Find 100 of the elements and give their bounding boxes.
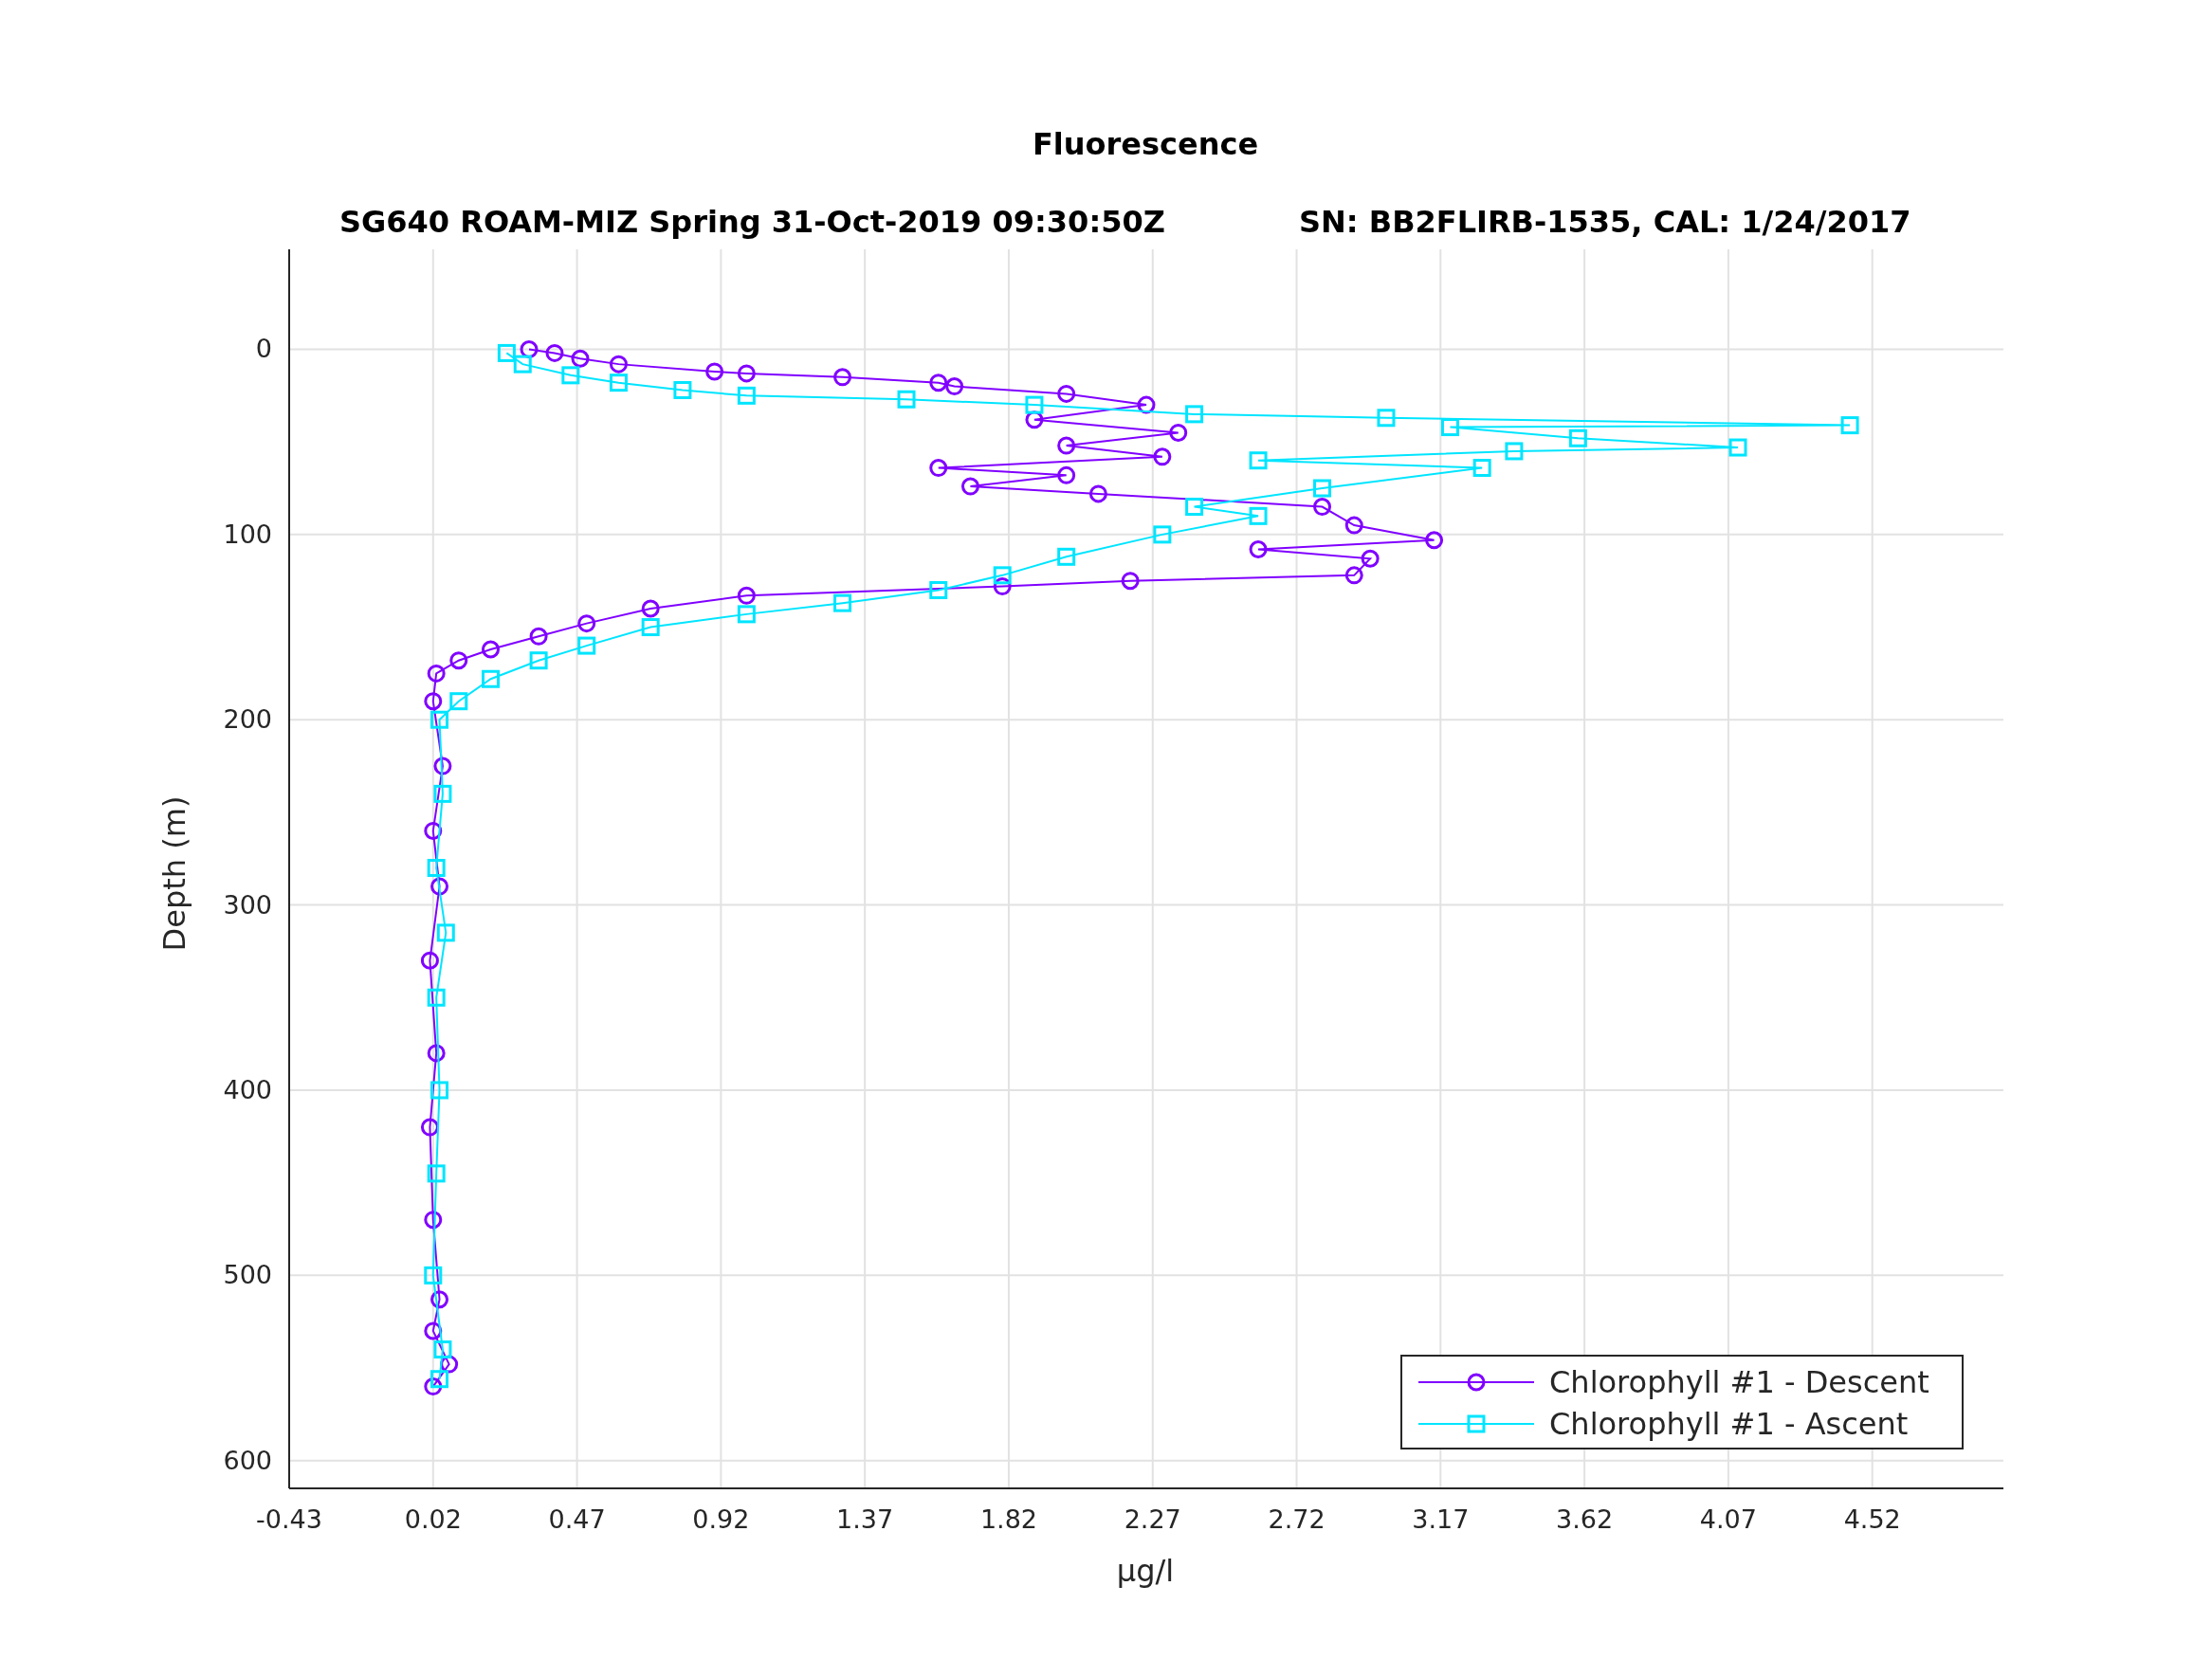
data-point (1472, 459, 1491, 478)
data-point (482, 640, 500, 659)
data-point (482, 669, 500, 688)
data-point (545, 343, 564, 362)
data-point (427, 859, 446, 877)
legend-label: Chlorophyll #1 - Ascent (1549, 1406, 1909, 1442)
data-point (929, 459, 948, 478)
data-point (436, 923, 455, 942)
x-tick-label: -0.43 (256, 1504, 322, 1534)
data-point (427, 1044, 446, 1063)
y-tick-label: 600 (223, 1445, 272, 1475)
data-point (641, 599, 660, 618)
data-point (424, 692, 443, 711)
data-point (945, 377, 964, 396)
y-tick-label: 0 (255, 334, 272, 364)
data-point (993, 577, 1012, 596)
data-point (430, 1290, 449, 1309)
x-tick-label: 2.72 (1268, 1504, 1325, 1534)
data-point (427, 664, 446, 683)
data-point (529, 651, 548, 670)
data-point (737, 364, 756, 383)
data-point (897, 390, 916, 409)
data-point (577, 636, 596, 655)
data-point (561, 366, 580, 385)
data-point (641, 618, 660, 637)
data-point (737, 605, 756, 624)
data-point (609, 374, 628, 392)
data-point (833, 368, 852, 387)
figure-title: Fluorescence (1032, 126, 1259, 162)
data-point (497, 343, 516, 362)
data-point (1505, 442, 1524, 461)
legend-label: Chlorophyll #1 - Descent (1549, 1364, 1929, 1400)
data-point (1249, 451, 1268, 470)
data-point (1249, 506, 1268, 525)
x-tick-label: 3.62 (1556, 1504, 1614, 1534)
data-point (1249, 540, 1268, 558)
x-axis-label: μg/l (1116, 1553, 1175, 1589)
data-point (520, 340, 539, 358)
data-point (424, 1266, 443, 1285)
data-point (1361, 549, 1380, 568)
y-tick-label: 300 (223, 889, 272, 920)
y-tick-label: 500 (223, 1260, 272, 1290)
data-point (737, 386, 756, 405)
data-point (1121, 572, 1140, 591)
data-point (1137, 395, 1156, 414)
data-point (833, 593, 852, 612)
data-point (1169, 423, 1188, 442)
data-point (513, 355, 532, 374)
data-point (427, 988, 446, 1007)
data-point (424, 1377, 443, 1396)
data-point (420, 951, 439, 970)
data-point (1425, 531, 1444, 550)
data-point (433, 757, 452, 775)
y-tick-label: 200 (223, 704, 272, 735)
data-point (529, 627, 548, 646)
data-point (961, 477, 979, 496)
data-point (929, 580, 948, 599)
data-point (1057, 465, 1076, 484)
data-point (1025, 410, 1044, 429)
x-tick-label: 0.47 (548, 1504, 606, 1534)
data-point (1025, 395, 1044, 414)
data-point (737, 586, 756, 605)
y-tick-label: 100 (223, 519, 272, 549)
x-tick-label: 1.82 (979, 1504, 1037, 1534)
x-tick-label: 0.92 (692, 1504, 750, 1534)
data-point (1185, 498, 1204, 517)
data-point (993, 566, 1012, 585)
x-tick-label: 3.17 (1412, 1504, 1470, 1534)
y-axis-label: Depth (m) (156, 795, 192, 952)
data-point (571, 349, 590, 368)
data-point (673, 381, 692, 399)
data-point (430, 710, 449, 729)
data-point (1440, 418, 1459, 437)
data-point (433, 1340, 452, 1358)
y-tick-label: 400 (223, 1074, 272, 1104)
data-point (449, 651, 468, 670)
data-point (1057, 384, 1076, 403)
data-point (1377, 409, 1396, 428)
data-point (609, 355, 628, 374)
data-point (1568, 428, 1587, 447)
data-point (420, 1118, 439, 1137)
x-tick-label: 4.07 (1699, 1504, 1757, 1534)
x-tick-label: 4.52 (1843, 1504, 1901, 1534)
data-point (1313, 498, 1331, 517)
data-point (1185, 405, 1204, 424)
data-point (1057, 436, 1076, 455)
data-point (430, 1081, 449, 1100)
data-point (1088, 484, 1107, 503)
data-point (1344, 516, 1363, 535)
data-point (1313, 479, 1331, 498)
data-point (449, 692, 468, 711)
figure-subtitle: SN: BB2FLIRB-1535, CAL: 1/24/2017 (1299, 204, 1911, 240)
data-point (424, 1322, 443, 1340)
data-point (1840, 416, 1859, 435)
data-point (1153, 525, 1172, 544)
data-point (1344, 566, 1363, 585)
data-point (430, 877, 449, 896)
x-tick-label: 1.37 (836, 1504, 894, 1534)
data-point (1728, 438, 1747, 457)
x-tick-label: 2.27 (1124, 1504, 1181, 1534)
